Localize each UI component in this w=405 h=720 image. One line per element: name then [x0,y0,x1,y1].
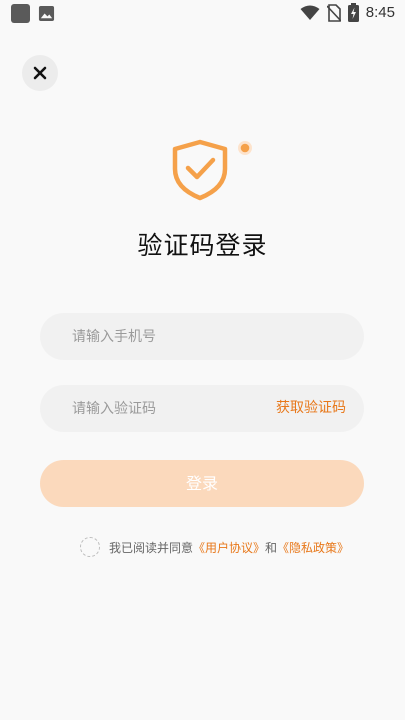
user-agreement-link[interactable]: 《用户协议》 [193,539,265,556]
verification-code-field[interactable]: 获取验证码 [40,385,364,432]
battery-charging-icon [347,3,359,22]
agreement-row: 我已阅读并同意 《用户协议》 和 《隐私政策》 [80,536,349,558]
status-bar-right: 8:45 [300,3,395,22]
privacy-policy-link[interactable]: 《隐私政策》 [277,539,349,556]
no-sim-icon [326,3,341,22]
agreement-conjunction: 和 [265,540,278,555]
image-icon [38,5,55,22]
agreement-prefix: 我已阅读并同意 [109,540,194,555]
page-title: 验证码登录 [137,231,268,260]
wifi-icon [300,5,320,20]
get-code-button[interactable]: 获取验证码 [276,385,346,432]
verification-code-input[interactable] [72,385,292,432]
login-screen: 8:45 验证码登录 获取验证码 登录 我已阅读并同意 《用户协议》 和 《隐私… [0,0,405,720]
agreement-checkbox[interactable] [80,537,100,557]
phone-input[interactable] [72,313,292,360]
close-icon [33,66,47,80]
close-button[interactable] [22,55,58,91]
login-button[interactable]: 登录 [40,460,364,507]
shield-check-icon [172,139,252,201]
status-bar: 8:45 [0,0,405,28]
notification-square-icon [11,4,30,23]
status-bar-left [11,4,55,23]
status-time: 8:45 [365,4,395,21]
phone-field[interactable] [40,313,364,360]
